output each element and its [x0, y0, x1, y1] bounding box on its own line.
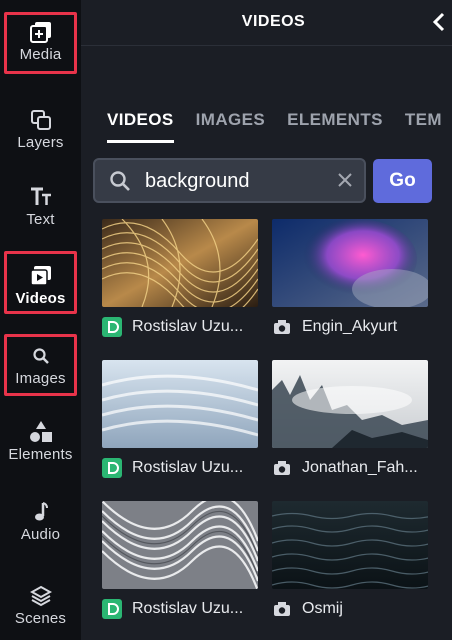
tab-elements[interactable]: ELEMENTS [287, 110, 383, 143]
camera-icon [274, 602, 290, 616]
video-thumbnail[interactable] [272, 360, 428, 448]
go-button[interactable]: Go [373, 159, 432, 203]
result-card[interactable]: Rostislav Uzu... [102, 219, 258, 337]
result-card[interactable]: Osmij [272, 501, 428, 617]
result-card[interactable]: Engin_Akyurt [272, 219, 428, 335]
sidebar-item-label: Videos [15, 290, 66, 307]
result-meta: Rostislav Uzu... [102, 458, 243, 478]
result-card[interactable]: Rostislav Uzu... [102, 360, 258, 478]
music-note-icon [29, 500, 53, 524]
author-name: Osmij [302, 600, 343, 617]
chevron-left-icon [432, 12, 445, 32]
collapse-panel-button[interactable] [430, 10, 448, 34]
video-thumbnail[interactable] [102, 360, 258, 448]
result-meta: Rostislav Uzu... [102, 599, 243, 619]
sidebar-item-label: Images [15, 370, 66, 387]
stack-icon [29, 584, 53, 608]
video-thumbnail[interactable] [272, 501, 428, 589]
sidebar-item-videos[interactable]: Videos [0, 264, 81, 307]
green-badge-icon [102, 458, 122, 478]
result-card[interactable]: Rostislav Uzu... [102, 501, 258, 619]
green-badge-icon [102, 599, 122, 619]
author-name: Jonathan_Fah... [302, 459, 418, 476]
sidebar-item-scenes[interactable]: Scenes [0, 584, 81, 627]
sidebar-item-elements[interactable]: Elements [0, 420, 81, 463]
author-name: Rostislav Uzu... [132, 459, 244, 476]
camera-icon [274, 461, 290, 475]
search-input[interactable] [145, 166, 335, 196]
result-meta: Osmij [272, 599, 343, 619]
search-image-icon [29, 344, 53, 368]
clear-search-icon[interactable] [336, 171, 354, 189]
result-meta: Rostislav Uzu... [102, 317, 243, 337]
author-name: Rostislav Uzu... [132, 600, 244, 617]
shapes-icon [29, 420, 53, 444]
sidebar-item-audio[interactable]: Audio [0, 500, 81, 543]
sidebar-item-label: Audio [20, 526, 61, 543]
search-box [93, 158, 366, 203]
panel-header: VIDEOS [81, 0, 452, 46]
result-meta: Engin_Akyurt [272, 317, 397, 337]
video-thumbnail[interactable] [102, 501, 258, 589]
sidebar-item-text[interactable]: Text [0, 185, 81, 228]
author-name: Engin_Akyurt [302, 318, 398, 335]
panel-title: VIDEOS [241, 13, 306, 30]
sidebar-item-label: Elements [8, 446, 73, 463]
sidebar-item-label: Media [19, 46, 62, 63]
result-meta: Jonathan_Fah... [272, 458, 418, 478]
sidebar-item-layers[interactable]: Layers [0, 108, 81, 151]
media-plus-icon [29, 20, 53, 44]
layers-icon [29, 108, 53, 132]
sidebar-item-label: Scenes [14, 610, 67, 627]
tab-templates[interactable]: TEM [405, 110, 442, 143]
tab-images[interactable]: IMAGES [196, 110, 265, 143]
video-thumbnail[interactable] [272, 219, 428, 307]
left-sidebar: Media Layers Text Videos Images Elements [0, 0, 81, 640]
search-icon [110, 171, 130, 191]
text-icon [29, 185, 53, 209]
tab-videos[interactable]: VIDEOS [107, 110, 174, 143]
sidebar-item-label: Layers [17, 134, 64, 151]
videos-panel: VIDEOS VIDEOS IMAGES ELEMENTS TEM Go [81, 0, 452, 640]
video-icon [29, 264, 53, 288]
author-name: Rostislav Uzu... [132, 318, 244, 335]
media-tabs: VIDEOS IMAGES ELEMENTS TEM [107, 110, 442, 143]
sidebar-item-label: Text [26, 211, 55, 228]
result-card[interactable]: Jonathan_Fah... [272, 360, 428, 476]
camera-icon [274, 320, 290, 334]
sidebar-item-images[interactable]: Images [0, 344, 81, 387]
video-thumbnail[interactable] [102, 219, 258, 307]
green-badge-icon [102, 317, 122, 337]
sidebar-item-media[interactable]: Media [0, 20, 81, 63]
